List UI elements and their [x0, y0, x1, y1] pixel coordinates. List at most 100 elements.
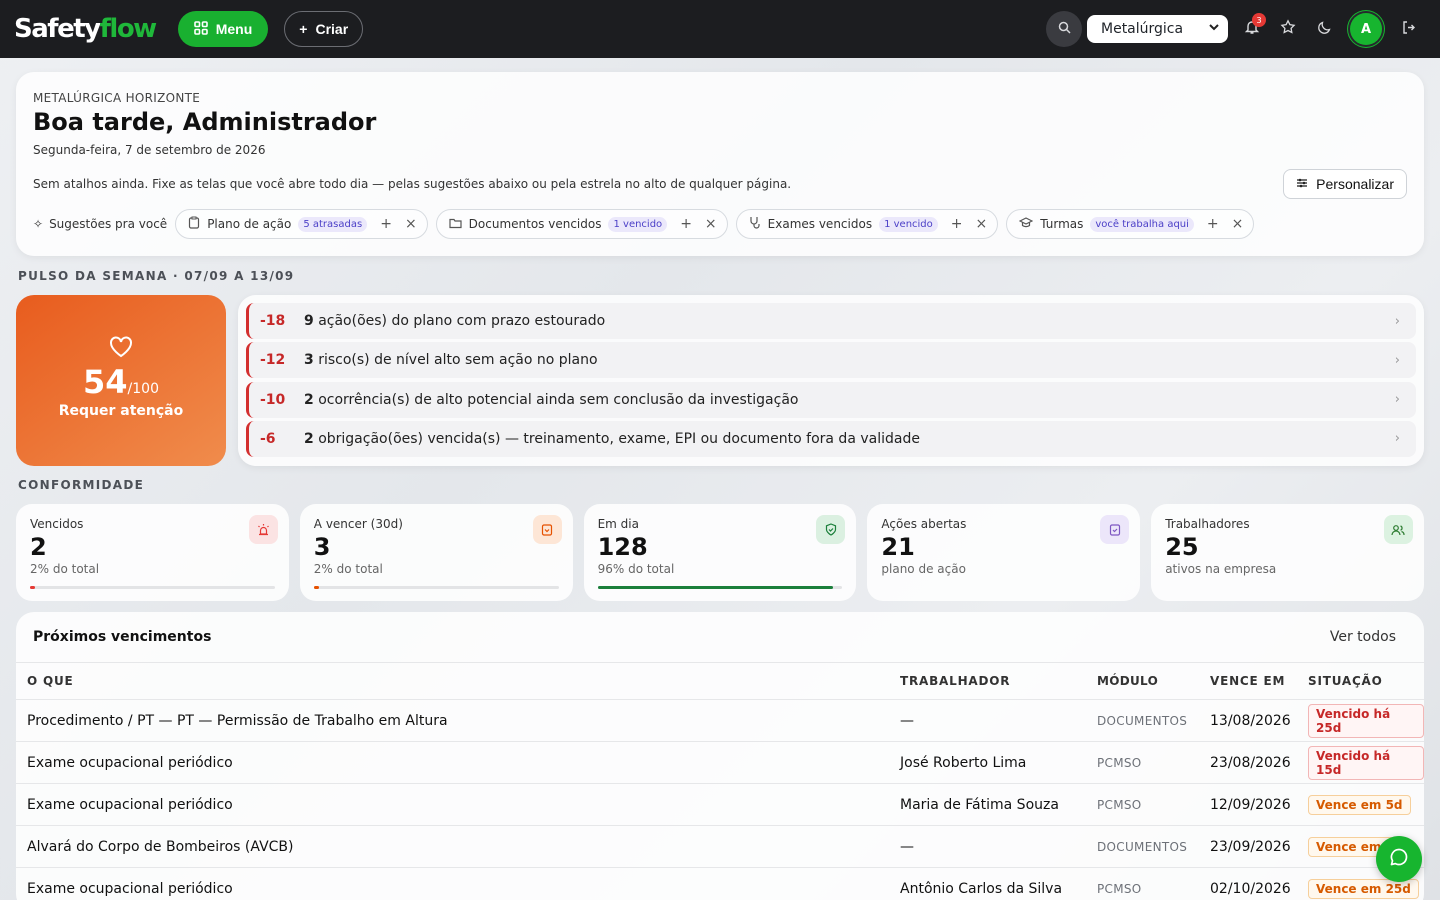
- column-header[interactable]: SITUAÇÃO: [1308, 674, 1424, 688]
- pulse-section-title: PULSO DA SEMANA · 07/09 A 13/09: [18, 269, 295, 283]
- kpi-card-trabalhadores[interactable]: Trabalhadores 25 ativos na empresa: [1151, 504, 1424, 601]
- cell-module: DOCUMENTOS: [1097, 839, 1188, 854]
- dismiss-close-icon[interactable]: ×: [705, 216, 717, 232]
- kpi-card-em-dia[interactable]: Em dia 128 96% do total: [583, 504, 857, 601]
- alarm-icon: [248, 515, 278, 544]
- no-shortcuts-text: Sem atalhos ainda. Fixe as telas que voc…: [33, 177, 792, 191]
- chip-label: Plano de ação: [207, 217, 292, 231]
- cell-what: Exame ocupacional periódico: [27, 880, 233, 897]
- search-icon: [1058, 20, 1071, 38]
- personalize-button[interactable]: Personalizar: [1283, 169, 1407, 199]
- pin-plus-icon[interactable]: +: [380, 216, 392, 232]
- kpi-subtitle: 2% do total: [313, 562, 383, 576]
- chat-button[interactable]: [1376, 836, 1422, 882]
- stethoscope-icon: [749, 216, 761, 232]
- cell-module: DOCUMENTOS: [1097, 713, 1188, 728]
- column-header[interactable]: O QUE: [16, 674, 900, 688]
- kpi-subtitle: 2% do total: [30, 562, 100, 576]
- table-row[interactable]: Procedimento / PT — PT — Permissão de Tr…: [16, 699, 1424, 741]
- issue-description: ocorrência(s) de alto potencial ainda se…: [313, 391, 799, 408]
- health-score-card[interactable]: 54/100 Requer atenção: [16, 295, 226, 466]
- cell-what: Exame ocupacional periódico: [27, 796, 233, 813]
- suggestion-chip-exames[interactable]: Exames vencidos 1 vencido + ×: [735, 209, 999, 239]
- health-score-label: Requer atenção: [58, 403, 184, 419]
- pulse-issue-row[interactable]: -10 2 ocorrência(s) de alto potencial ai…: [246, 381, 1416, 418]
- kpi-label: Trabalhadores: [1165, 517, 1250, 531]
- pulse-issue-row[interactable]: -12 3 risco(s) de nível alto sem ação no…: [246, 342, 1416, 379]
- sliders-icon: [1296, 176, 1308, 192]
- suggestions-row: ✧ Sugestões pra você Plano de ação 5 atr…: [33, 209, 1255, 239]
- cell-status: Vence em 25d: [1308, 878, 1424, 899]
- kpi-card-a-vencer[interactable]: A vencer (30d) 3 2% do total: [299, 504, 573, 601]
- kpi-progress-bar: [313, 586, 559, 589]
- chip-label: Documentos vencidos: [468, 217, 602, 231]
- notifications-button[interactable]: 3: [1234, 11, 1270, 47]
- cell-worker: José Roberto Lima: [900, 754, 1027, 771]
- logo-text-flow: flow: [99, 14, 158, 44]
- kpi-card-acoes-abertas[interactable]: Ações abertas 21 plano de ação: [867, 504, 1141, 601]
- see-all-link[interactable]: Ver todos: [1330, 629, 1396, 645]
- table-row[interactable]: Exame ocupacional periódico Maria de Fát…: [16, 783, 1424, 825]
- kpi-value: 25: [1165, 533, 1199, 561]
- cell-due: 02/10/2026: [1210, 880, 1291, 897]
- kpi-value: 2: [30, 533, 47, 561]
- moon-icon: [1317, 20, 1332, 39]
- kpi-card-vencidos[interactable]: Vencidos 2 2% do total: [16, 504, 289, 601]
- table-row[interactable]: Exame ocupacional periódico Antônio Carl…: [16, 867, 1424, 900]
- safetyflow-logo[interactable]: Safety flow: [14, 14, 158, 44]
- suggestions-label: ✧ Sugestões pra você: [33, 217, 167, 231]
- cell-status: Vencido há 25d: [1308, 703, 1424, 738]
- clipboard-check-icon: [1100, 515, 1130, 544]
- card-header: Próximos vencimentos Ver todos: [16, 612, 1424, 663]
- chevron-right-icon: ›: [1394, 352, 1400, 368]
- favorites-button[interactable]: [1270, 11, 1306, 47]
- kpi-label: Ações abertas: [881, 517, 967, 531]
- column-header[interactable]: TRABALHADOR: [900, 674, 1097, 688]
- pin-plus-icon[interactable]: +: [680, 216, 692, 232]
- suggestion-chip-documentos[interactable]: Documentos vencidos 1 vencido + ×: [435, 209, 728, 239]
- compliance-kpis: Vencidos 2 2% do total A vencer (30d) 3 …: [16, 504, 1424, 601]
- theme-toggle-button[interactable]: [1306, 11, 1342, 47]
- chip-tag: 5 atrasadas: [298, 216, 368, 232]
- grid-icon: [193, 20, 208, 38]
- issue-text: 2 obrigação(ões) vencida(s) — treinament…: [304, 431, 920, 447]
- pulse-issue-row[interactable]: -6 2 obrigação(ões) vencida(s) — treinam…: [246, 420, 1416, 457]
- column-header[interactable]: MÓDULO: [1097, 674, 1210, 688]
- dismiss-close-icon[interactable]: ×: [405, 216, 417, 232]
- suggestion-chip-plano[interactable]: Plano de ação 5 atrasadas + ×: [175, 209, 428, 239]
- table-row[interactable]: Exame ocupacional periódico José Roberto…: [16, 741, 1424, 783]
- pin-plus-icon[interactable]: +: [1207, 216, 1219, 232]
- search-button[interactable]: [1046, 11, 1082, 47]
- issue-count: 2: [304, 391, 314, 408]
- score-max: /100: [127, 381, 159, 397]
- cell-worker: —: [900, 712, 914, 729]
- status-badge: Vencido há 15d: [1308, 745, 1424, 780]
- chevron-right-icon: ›: [1394, 392, 1400, 408]
- dismiss-close-icon[interactable]: ×: [1232, 216, 1244, 232]
- organization-select[interactable]: Metalúrgica: [1087, 15, 1228, 43]
- cell-module: PCMSO: [1097, 797, 1142, 812]
- pulse-issue-row[interactable]: -18 9 ação(ões) do plano com prazo estou…: [246, 303, 1416, 339]
- card-title: Próximos vencimentos: [33, 629, 212, 645]
- pin-plus-icon[interactable]: +: [951, 216, 963, 232]
- user-avatar[interactable]: A: [1350, 13, 1382, 45]
- column-header[interactable]: VENCE EM: [1210, 674, 1308, 688]
- logout-button[interactable]: [1390, 11, 1426, 47]
- kpi-progress-fill: [313, 586, 319, 589]
- pulse-issues-card: -18 9 ação(ões) do plano com prazo estou…: [238, 295, 1424, 466]
- menu-label: Menu: [215, 21, 253, 37]
- top-bar: Safety flow Menu + Criar Metalúrgica 3 A: [0, 0, 1440, 58]
- cell-what: Procedimento / PT — PT — Permissão de Tr…: [27, 712, 448, 729]
- clipboard-icon: [532, 515, 562, 544]
- cell-module: PCMSO: [1097, 755, 1142, 770]
- penalty-points: -18: [260, 313, 286, 329]
- penalty-points: -12: [260, 352, 286, 369]
- status-badge: Vence em 5d: [1308, 794, 1411, 815]
- create-button[interactable]: + Criar: [284, 11, 364, 47]
- kpi-progress-fill: [30, 586, 35, 589]
- cell-due: 12/09/2026: [1210, 796, 1291, 813]
- table-row[interactable]: Alvará do Corpo de Bombeiros (AVCB) — DO…: [16, 825, 1424, 867]
- menu-button[interactable]: Menu: [177, 11, 269, 47]
- suggestion-chip-turmas[interactable]: Turmas você trabalha aqui + ×: [1006, 209, 1255, 239]
- dismiss-close-icon[interactable]: ×: [976, 216, 988, 232]
